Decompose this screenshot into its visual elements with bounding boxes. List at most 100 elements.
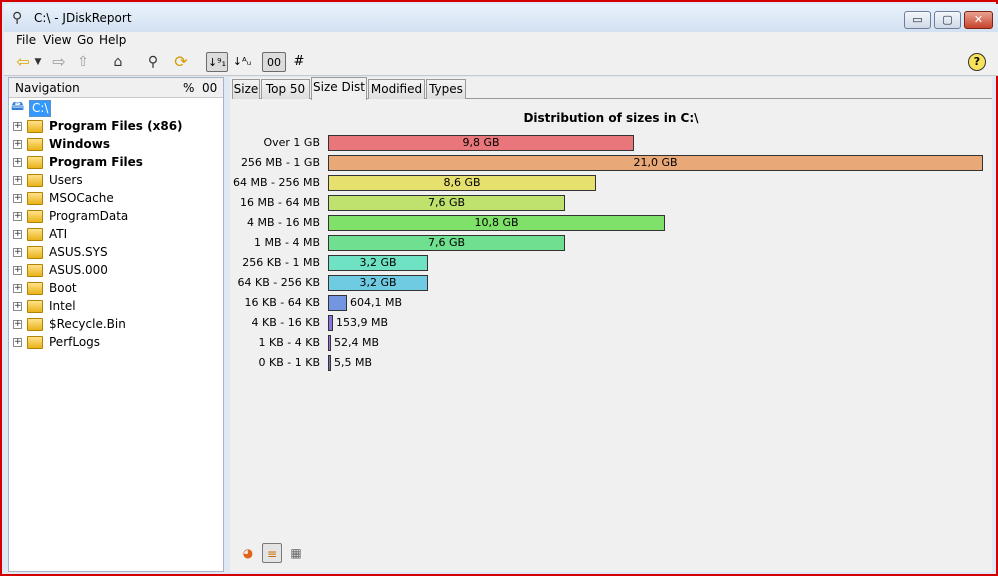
menu-help[interactable]: Help bbox=[99, 32, 126, 48]
tree-item[interactable]: + ASUS.000 bbox=[13, 262, 223, 280]
search-icon[interactable]: ⚲ bbox=[142, 52, 164, 72]
tree-item[interactable]: + $Recycle.Bin bbox=[13, 316, 223, 334]
tree-item-label[interactable]: MSOCache bbox=[49, 191, 114, 206]
folder-icon bbox=[27, 228, 43, 241]
tab-top-50[interactable]: Top 50 bbox=[261, 79, 310, 99]
tree-item-label[interactable]: Intel bbox=[49, 299, 76, 314]
category-label: 4 MB - 16 MB bbox=[246, 216, 320, 229]
minimize-button[interactable]: ▭ bbox=[904, 11, 931, 29]
expand-icon[interactable]: + bbox=[13, 122, 22, 131]
bar[interactable] bbox=[328, 355, 331, 371]
tree-item-label[interactable]: Users bbox=[49, 173, 83, 188]
expand-icon[interactable]: + bbox=[13, 320, 22, 329]
expand-icon[interactable]: + bbox=[13, 266, 22, 275]
expand-icon[interactable]: + bbox=[13, 302, 22, 311]
category-label: 1 KB - 4 KB bbox=[258, 336, 320, 349]
tree-item-label[interactable]: Program Files bbox=[49, 155, 143, 170]
magnifier-app-icon: ⚲ bbox=[12, 10, 23, 26]
folder-icon bbox=[27, 120, 43, 133]
tree-item-label[interactable]: Boot bbox=[49, 281, 77, 296]
tree-item-label[interactable]: $Recycle.Bin bbox=[49, 317, 126, 332]
tree-item[interactable]: + ATI bbox=[13, 226, 223, 244]
size-column-header[interactable]: 00 bbox=[202, 81, 217, 95]
menu-go[interactable]: Go bbox=[77, 32, 94, 48]
bar[interactable] bbox=[328, 315, 333, 331]
navigation-title: Navigation bbox=[15, 81, 80, 95]
home-icon[interactable]: ⌂ bbox=[107, 52, 129, 72]
category-label: 4 KB - 16 KB bbox=[251, 316, 320, 329]
category-label: 16 MB - 64 MB bbox=[239, 196, 320, 209]
help-icon[interactable]: ? bbox=[968, 53, 986, 71]
forward-arrow-icon[interactable]: ⇨ bbox=[48, 52, 70, 72]
chart-title: Distribution of sizes in C:\ bbox=[523, 111, 699, 125]
pie-chart-icon[interactable]: ◕ bbox=[238, 543, 258, 563]
close-button[interactable]: ✕ bbox=[964, 11, 993, 29]
tree-item-label[interactable]: PerfLogs bbox=[49, 335, 100, 350]
tree-item[interactable]: + Users bbox=[13, 172, 223, 190]
menu-view[interactable]: View bbox=[43, 32, 71, 48]
view-tabs: Size Top 50 Size Dist Modified Types bbox=[232, 77, 992, 100]
back-arrow-icon[interactable]: ⇦ bbox=[12, 52, 34, 72]
show-size-toggle[interactable]: 00 bbox=[262, 52, 286, 72]
expand-icon[interactable]: + bbox=[13, 248, 22, 257]
tree-root-label[interactable]: C:\ bbox=[29, 100, 52, 117]
expand-icon[interactable]: + bbox=[13, 140, 22, 149]
tree-item-label[interactable]: Program Files (x86) bbox=[49, 119, 183, 134]
percent-column-header[interactable]: % bbox=[183, 81, 194, 95]
bar-chart-icon[interactable]: ≡ bbox=[262, 543, 282, 563]
show-count-toggle[interactable]: # bbox=[288, 52, 310, 72]
menu-file[interactable]: File bbox=[16, 32, 36, 48]
expand-icon[interactable]: + bbox=[13, 176, 22, 185]
folder-icon bbox=[27, 156, 43, 169]
category-label: 256 MB - 1 GB bbox=[240, 156, 320, 169]
tab-size-dist[interactable]: Size Dist bbox=[311, 77, 367, 100]
bar-value-label: 3,2 GB bbox=[359, 276, 397, 289]
tree-item[interactable]: + PerfLogs bbox=[13, 334, 223, 352]
bar-value-label: 10,8 GB bbox=[474, 216, 519, 229]
tree-item[interactable]: + Program Files bbox=[13, 154, 223, 172]
tree-item[interactable]: + Program Files (x86) bbox=[13, 118, 223, 136]
maximize-button[interactable]: ▢ bbox=[934, 11, 961, 29]
expand-icon[interactable]: + bbox=[13, 158, 22, 167]
tree-item[interactable]: + Windows bbox=[13, 136, 223, 154]
expand-icon[interactable]: + bbox=[13, 338, 22, 347]
folder-icon bbox=[27, 282, 43, 295]
folder-icon bbox=[27, 300, 43, 313]
tree-item-label[interactable]: ASUS.SYS bbox=[49, 245, 108, 260]
tree-item-label[interactable]: Windows bbox=[49, 137, 110, 152]
folder-icon bbox=[27, 336, 43, 349]
category-label: 16 KB - 64 KB bbox=[244, 296, 320, 309]
tree-item[interactable]: + ASUS.SYS bbox=[13, 244, 223, 262]
bar-value-label: 5,5 MB bbox=[334, 356, 373, 369]
tree-item[interactable]: + Intel bbox=[13, 298, 223, 316]
bar[interactable] bbox=[328, 335, 331, 351]
expand-icon[interactable]: + bbox=[13, 230, 22, 239]
tab-modified[interactable]: Modified bbox=[368, 79, 425, 99]
bar-value-label: 7,6 GB bbox=[427, 196, 466, 209]
category-label: 1 MB - 4 MB bbox=[253, 236, 320, 249]
back-history-dropdown-icon[interactable]: ▼ bbox=[32, 52, 44, 72]
refresh-icon[interactable]: ⟳ bbox=[170, 52, 192, 72]
menu-bar: File View Go Help bbox=[4, 32, 998, 48]
expand-icon[interactable]: + bbox=[13, 212, 22, 221]
tab-types[interactable]: Types bbox=[426, 79, 466, 99]
bar[interactable] bbox=[328, 295, 347, 311]
tree-item[interactable]: + Boot bbox=[13, 280, 223, 298]
tree-item[interactable]: + ProgramData bbox=[13, 208, 223, 226]
sort-by-name-icon[interactable]: ↓ᴬᵤ bbox=[231, 52, 253, 72]
tree-item-label[interactable]: ATI bbox=[49, 227, 67, 242]
expand-icon[interactable]: + bbox=[13, 284, 22, 293]
bar-value-label: 9,8 GB bbox=[462, 136, 500, 149]
tab-size[interactable]: Size bbox=[232, 79, 260, 99]
window-title: C:\ - JDiskReport bbox=[34, 11, 132, 25]
tree-item-label[interactable]: ProgramData bbox=[49, 209, 128, 224]
bar-value-label: 153,9 MB bbox=[336, 316, 389, 329]
up-arrow-icon[interactable]: ⇧ bbox=[72, 52, 94, 72]
sort-by-size-icon[interactable]: ↓⁹₁ bbox=[206, 52, 228, 72]
tree-item[interactable]: + MSOCache bbox=[13, 190, 223, 208]
table-view-icon[interactable]: ▦ bbox=[286, 543, 306, 563]
expand-icon[interactable]: + bbox=[13, 194, 22, 203]
tree-item-label[interactable]: ASUS.000 bbox=[49, 263, 108, 278]
category-label: 64 MB - 256 MB bbox=[232, 176, 320, 189]
bar-value-label: 21,0 GB bbox=[633, 156, 678, 169]
